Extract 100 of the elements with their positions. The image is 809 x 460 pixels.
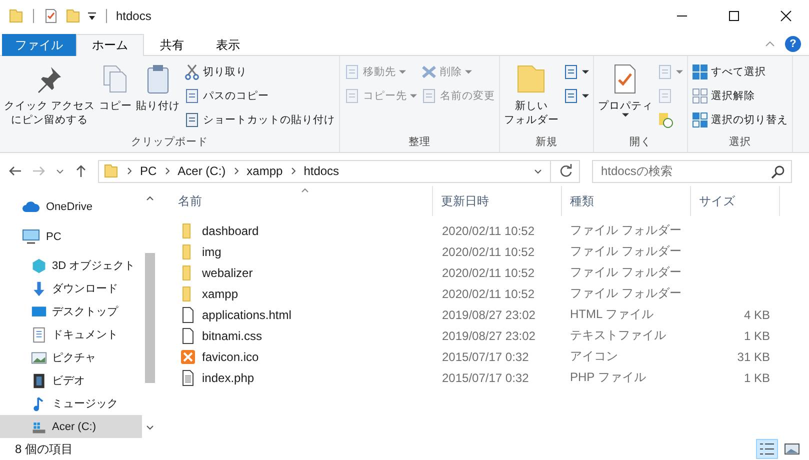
group-label: 選択 — [728, 135, 752, 150]
search-field[interactable]: htdocsの検索 — [592, 160, 792, 182]
desktop-icon — [30, 304, 48, 320]
scrollbar-thumb[interactable] — [145, 253, 155, 383]
file-name[interactable]: index.php — [170, 367, 434, 388]
caret-icon — [582, 70, 589, 74]
invert-button[interactable]: 選択の切り替え — [690, 109, 790, 131]
file-name[interactable]: dashboard — [170, 220, 434, 241]
recent-dropdown-icon[interactable] — [56, 168, 64, 174]
app-icon — [180, 348, 196, 364]
type-cell-text: テキストファイル — [569, 327, 667, 344]
group-label: 開く — [628, 135, 652, 150]
cut-icon — [184, 64, 200, 80]
caret-icon — [410, 94, 417, 98]
monitor-icon — [22, 229, 40, 245]
ribbon-tab[interactable]: 表示 — [200, 34, 256, 56]
column-header[interactable]: サイズ — [691, 186, 780, 216]
refresh-icon[interactable] — [559, 164, 573, 178]
file-name[interactable]: applications.html — [170, 304, 434, 325]
cut-button[interactable]: 切り取り — [182, 61, 337, 83]
breadcrumb[interactable]: xampp — [246, 164, 283, 178]
size-cell-text: 1 KB — [742, 370, 771, 386]
ribbon-tab[interactable]: ホーム — [76, 34, 144, 56]
nav-item[interactable]: ダウンロード — [0, 277, 142, 300]
collapse-ribbon-icon[interactable] — [765, 41, 775, 47]
ribbon-tab[interactable]: ファイル — [2, 34, 76, 56]
customize-dropdown-icon[interactable] — [87, 11, 97, 21]
column-header[interactable]: 種類 — [562, 186, 691, 216]
item-count: 8 個の項目 — [15, 440, 74, 458]
nav-item[interactable]: PC — [0, 224, 142, 250]
shortcut-button[interactable]: ショートカットの貼り付け — [182, 109, 337, 131]
file-name[interactable]: favicon.ico — [170, 346, 434, 367]
properties-button[interactable]: プロパティ — [596, 59, 655, 133]
close-icon — [780, 10, 792, 22]
chevron-icon[interactable] — [164, 167, 170, 175]
chevron-icon[interactable] — [127, 167, 132, 175]
selectnone-icon — [692, 88, 708, 104]
cloud-icon — [22, 199, 40, 215]
breadcrumb[interactable]: PC — [140, 164, 157, 178]
delete-icon — [420, 64, 437, 80]
selectall-icon — [692, 64, 708, 80]
scroll-up-icon[interactable] — [146, 196, 154, 201]
date-cell-text: 2015/07/17 0:32 — [441, 370, 530, 386]
image-icon — [784, 442, 800, 456]
date-cell-text: 2020/02/11 10:52 — [441, 244, 536, 260]
date-cell-text: 2020/02/11 10:52 — [441, 286, 536, 302]
nav-item[interactable]: ミュージック — [0, 392, 142, 415]
type-cell-text: ファイル フォルダー — [569, 243, 682, 260]
nav-item[interactable]: デスクトップ — [0, 300, 142, 323]
properties-icon[interactable] — [43, 8, 59, 24]
chevron-icon[interactable] — [290, 167, 296, 175]
date-cell-text: 2020/02/11 10:52 — [441, 222, 536, 240]
text-icon — [180, 370, 196, 386]
type-cell-text: ファイル フォルダー — [569, 264, 682, 281]
scroll-down-icon[interactable] — [146, 425, 154, 430]
details-view-button[interactable] — [756, 439, 778, 459]
file-name[interactable]: bitnami.css — [170, 325, 434, 346]
address-bar[interactable]: PC Acer (C:) xampp htdocs — [98, 160, 580, 182]
documents-icon — [30, 326, 48, 342]
type-cell-text: PHP ファイル — [569, 369, 647, 386]
ribbon-tab[interactable]: 共有 — [144, 34, 200, 56]
column-header[interactable]: 更新日時 — [433, 186, 562, 216]
help-button[interactable]: ? — [785, 36, 801, 52]
date-cell-text: 2019/08/27 23:02 — [441, 328, 536, 344]
search-icon — [771, 164, 785, 178]
file-name[interactable]: xampp — [170, 283, 434, 304]
newfolder-button[interactable]: 新しい フォルダー — [502, 59, 561, 133]
nav-item[interactable]: ピクチャ — [0, 346, 142, 369]
nav-item[interactable]: ドキュメント — [0, 323, 142, 346]
size-cell-text: 31 KB — [736, 348, 771, 366]
selectnone-button[interactable]: 選択解除 — [690, 85, 790, 107]
nav-item[interactable]: Acer (C:) — [0, 415, 142, 438]
file-icon — [180, 328, 196, 344]
file-name[interactable]: webalizer — [170, 262, 434, 283]
nav-item[interactable]: 3D オブジェクト — [0, 254, 142, 277]
nav-item[interactable]: OneDrive — [0, 194, 142, 220]
group-label: 新規 — [534, 135, 558, 150]
copy-button[interactable]: コピー — [96, 59, 134, 133]
up-icon[interactable] — [74, 164, 88, 178]
chevron-icon[interactable] — [234, 167, 239, 175]
breadcrumb[interactable]: htdocs — [304, 164, 340, 178]
breadcrumb[interactable]: Acer (C:) — [178, 164, 226, 178]
caret-icon — [398, 70, 406, 74]
window-title: htdocs — [116, 9, 152, 23]
group-label: 整理 — [407, 135, 432, 150]
back-icon[interactable] — [8, 164, 22, 178]
file-name[interactable]: img — [170, 241, 434, 262]
file-icon — [180, 306, 196, 322]
dropdown-icon[interactable] — [534, 168, 542, 174]
pin-button[interactable]: クイック アクセス にピン留めする — [2, 59, 97, 133]
type-cell-text: ファイル フォルダー — [569, 285, 682, 302]
invert-icon — [692, 112, 708, 128]
size-cell-text: 4 KB — [742, 306, 771, 324]
paste-button[interactable]: 貼り付け — [134, 59, 182, 133]
pictures-icon — [30, 350, 48, 366]
folder-icon — [8, 8, 24, 24]
nav-item[interactable]: ビデオ — [0, 369, 142, 392]
column-header[interactable]: 名前 — [170, 186, 433, 216]
selectall-button[interactable]: すべて選択 — [690, 61, 790, 83]
path-button[interactable]: パスのコピー — [182, 85, 337, 107]
